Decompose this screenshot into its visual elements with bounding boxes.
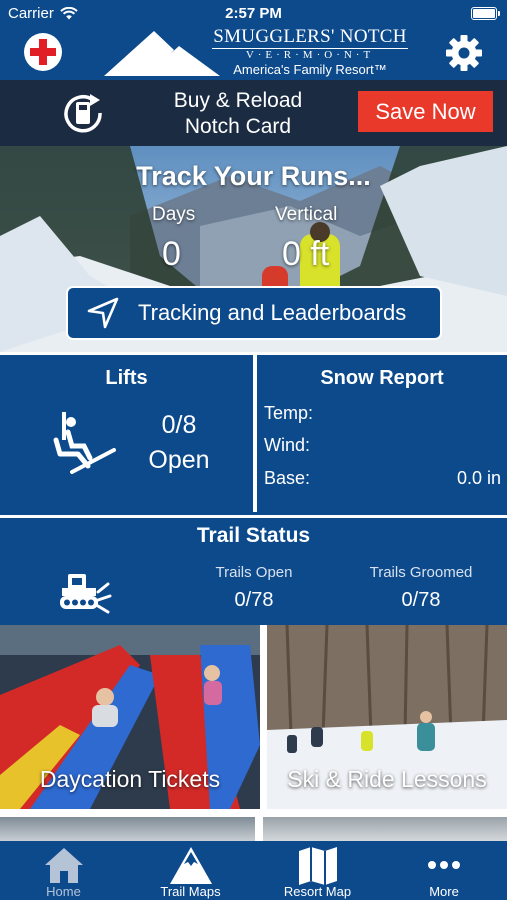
map-icon: [298, 847, 337, 885]
more-icon: [428, 861, 460, 869]
promo-text: Buy & Reload Notch Card: [150, 88, 326, 140]
additional-tile-right[interactable]: [263, 817, 507, 841]
snow-report-panel[interactable]: Snow Report Temp: Wind: Base: 0.0 in: [257, 355, 507, 512]
tracking-button-label: Tracking and Leaderboards: [138, 300, 407, 325]
tab-trail-maps[interactable]: Trail Maps: [127, 841, 254, 900]
tab-more[interactable]: More: [381, 841, 507, 900]
tab-home[interactable]: Home: [0, 841, 127, 900]
status-bar: Carrier 2:57 PM: [0, 0, 507, 28]
home-icon: [44, 848, 83, 883]
promo-tiles: Daycation Tickets Ski & Ride Lessons: [0, 625, 507, 841]
ski-lessons-tile-label: Ski & Ride Lessons: [287, 766, 487, 792]
snow-groomer-icon: [60, 574, 112, 614]
bottom-tab-bar: Home Trail Maps Resort Map More: [0, 841, 507, 900]
chairlift-icon: [53, 412, 116, 474]
mountain-icon: [169, 847, 212, 884]
track-runs-hero: Track Your Runs... Days 0 Vertical 0 ft …: [0, 146, 507, 352]
logo-name: SMUGGLERS' NOTCH: [212, 26, 408, 49]
promo-line-2: Notch Card: [184, 115, 292, 138]
snow-row-wind: Wind:: [264, 435, 501, 456]
notch-card-promo[interactable]: Buy & Reload Notch Card Save Now: [0, 80, 507, 146]
tab-home-label: Home: [46, 884, 81, 899]
snow-row-base: Base: 0.0 in: [264, 468, 501, 489]
mountain-logo-icon: [104, 31, 220, 76]
vertical-value: 0 ft: [282, 235, 330, 273]
days-label: Days: [152, 204, 196, 225]
lifts-open-count: 0/8 Open: [143, 408, 215, 478]
tracking-leaderboards-button[interactable]: Tracking and Leaderboards: [66, 286, 442, 340]
base-value: 0.0 in: [456, 468, 501, 488]
tab-resort-map[interactable]: Resort Map: [254, 841, 381, 900]
promo-line-1: Buy & Reload: [173, 89, 303, 112]
tab-trail-maps-label: Trail Maps: [160, 884, 221, 899]
lifts-snow-row: Lifts 0/8 Open Snow Report Temp: Wind: B…: [0, 352, 507, 512]
temp-label: Temp:: [264, 403, 314, 423]
lifts-status-label: Open: [148, 446, 210, 474]
lifts-title: Lifts: [105, 367, 148, 389]
battery-icon: [471, 7, 500, 20]
clock: 2:57 PM: [225, 5, 282, 22]
logo-state: V·E·R·M·O·N·T: [245, 49, 375, 61]
daycation-tickets-tile[interactable]: Daycation Tickets: [0, 625, 260, 809]
base-label: Base:: [264, 468, 311, 488]
tab-more-label: More: [429, 884, 459, 899]
lifts-panel[interactable]: Lifts 0/8 Open: [0, 355, 253, 512]
settings-gear-icon[interactable]: [445, 34, 483, 72]
hero-title: Track Your Runs...: [136, 161, 371, 191]
snow-row-temp: Temp:: [264, 403, 501, 424]
logo-tagline: America's Family Resort™: [233, 62, 387, 77]
vertical-label: Vertical: [275, 204, 338, 225]
location-arrow-icon: [87, 297, 119, 329]
daycation-tile-label: Daycation Tickets: [39, 766, 221, 792]
wind-label: Wind:: [264, 435, 311, 455]
days-value: 0: [162, 235, 181, 273]
trails-groomed-value: 0/78: [401, 589, 441, 611]
card-reload-icon: [64, 94, 102, 133]
trails-open-stat: Trails Open 0/78: [200, 564, 308, 612]
trail-status-panel[interactable]: Trail Status Trails Open 0/78 Trails Gro…: [0, 515, 507, 625]
trails-open-value: 0/78: [234, 589, 274, 611]
ski-ride-lessons-tile[interactable]: Ski & Ride Lessons: [267, 625, 507, 809]
trails-groomed-stat: Trails Groomed 0/78: [360, 564, 482, 612]
snow-report-title: Snow Report: [320, 367, 444, 389]
trails-groomed-label: Trails Groomed: [369, 564, 473, 581]
lifts-count-value: 0/8: [161, 411, 197, 439]
resort-logo: SMUGGLERS' NOTCH V·E·R·M·O·N·T America's…: [212, 26, 408, 78]
app-header: SMUGGLERS' NOTCH V·E·R·M·O·N·T America's…: [0, 26, 507, 80]
first-aid-icon[interactable]: [24, 33, 62, 71]
trail-status-title: Trail Status: [196, 524, 311, 547]
additional-tile-left[interactable]: [0, 817, 255, 841]
tab-resort-map-label: Resort Map: [283, 884, 352, 899]
save-now-button[interactable]: Save Now: [358, 91, 493, 132]
trails-open-label: Trails Open: [215, 564, 293, 581]
